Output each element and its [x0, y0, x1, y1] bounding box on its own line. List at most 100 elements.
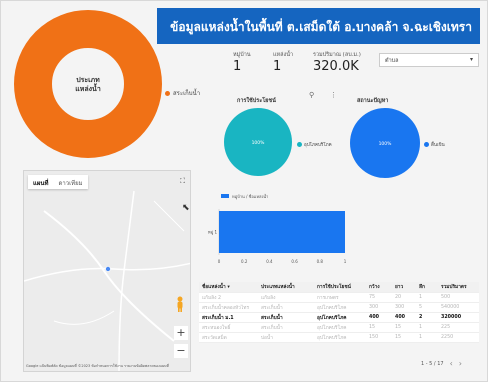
water-source-type-donut[interactable]: ประเภท แหล่งน้ำ: [13, 9, 163, 159]
column-header[interactable]: รวมปริมาตร: [441, 283, 479, 291]
status-pie-legend: ตื้นเขิน: [424, 141, 445, 148]
bar-0[interactable]: [219, 211, 345, 253]
scorecard-villages: หมู่บ้าน 1: [233, 51, 251, 74]
table-cell: สระเก็บน้ำ: [261, 325, 283, 331]
table-row[interactable]: แก้มลิง 2 แก้มลิง การเกษตร 75 20 1 500: [199, 293, 479, 303]
table-cell: อุปโภคบริโภค: [317, 305, 347, 311]
table-cell: การเกษตร: [317, 295, 339, 301]
table-cell: 5: [419, 305, 423, 310]
status-pie[interactable]: 100%: [349, 107, 421, 179]
x-tick-label: 0: [218, 259, 221, 264]
map-roads: [24, 190, 190, 371]
column-header[interactable]: ชื่อแหล่งน้ำ ▾: [199, 283, 261, 291]
table-cell: สระวัดเสม็ด: [202, 335, 227, 341]
pie-percent-label: 100%: [252, 140, 266, 146]
table-row[interactable]: สระหนองโพธิ์ สระเก็บน้ำ อุปโภคบริโภค 15 15 1 2…: [199, 323, 479, 333]
legend-dot: [165, 90, 170, 96]
bar-category-label: หมู่ 1: [208, 230, 218, 236]
column-header[interactable]: ยาว: [395, 283, 419, 291]
page-range-label: 1 - 5 / 17: [421, 360, 444, 367]
scorecard-value: 320.0K: [313, 59, 359, 74]
column-header[interactable]: กว้าง: [369, 283, 395, 291]
table-cell: 1: [419, 325, 423, 330]
scorecard-water-sources: แหล่งน้ำ 1: [273, 51, 293, 74]
legend-dot: [297, 142, 302, 147]
table-cell: อุปโภคบริโภค: [317, 335, 347, 341]
table-cell: 15: [369, 325, 376, 330]
x-tick-label: 0.4: [266, 259, 273, 264]
page-title: ข้อมูลแหล่งน้ำในพื้นที่ ต.เสม็ดใต้ อ.บาง…: [170, 20, 472, 34]
legend-label: อุปโภคบริโภค: [304, 143, 332, 148]
tab-map[interactable]: แผนที่: [28, 175, 53, 189]
scorecard-label: หมู่บ้าน: [233, 52, 251, 58]
table-row[interactable]: สระเก็บน้ำ ม.1 สระเก็บน้ำ อุปโภคบริโภค 400 4…: [199, 313, 479, 323]
table-cell: อุปโภคบริโภค: [317, 315, 347, 321]
table-header-row: ชื่อแหล่งน้ำ ▾ ประเภทแหล่งน้ำ การใช้ประโ…: [199, 282, 479, 293]
donut-legend: สระเก็บน้ำ: [165, 88, 200, 98]
legend-dot: [424, 142, 429, 147]
village-bar-chart[interactable]: หมู่บ้าน / ชื่อแหล่งน้ำ หมู่ 1 0 0.2 0.4 0.…: [199, 191, 359, 271]
table-cell: 2250: [441, 335, 454, 340]
dashboard-page: ข้อมูลแหล่งน้ำในพื้นที่ ต.เสม็ดใต้ อ.บาง…: [0, 0, 488, 382]
table-cell: 15: [395, 325, 402, 330]
legend-label: ตื้นเขิน: [431, 143, 445, 148]
x-tick-label: 0.6: [291, 259, 298, 264]
table-cell: สระหนองโพธิ์: [202, 325, 231, 331]
x-tick-label: 0.8: [317, 259, 324, 264]
table-cell: 15: [395, 335, 402, 340]
google-map[interactable]: แผนที่ ดาวเทียม ⛶ + − Google แป้นพิมพ์ลั…: [23, 170, 191, 372]
column-header[interactable]: ประเภทแหล่งน้ำ: [261, 283, 317, 291]
scorecard-value: 1: [233, 59, 242, 74]
table-cell: 1: [419, 295, 423, 300]
tab-satellite[interactable]: ดาวเทียม: [53, 175, 87, 189]
pie-percent-label: 100%: [379, 141, 393, 147]
donut-slice-reservoir[interactable]: [14, 10, 162, 158]
table-cell: 400: [395, 315, 406, 320]
status-pie-title: สถานะปัญหา: [357, 98, 389, 104]
table-row[interactable]: สระเก็บน้ำคลองหัวไทร สระเก็บน้ำ อุปโภคบริโ…: [199, 303, 479, 313]
water-source-table: ชื่อแหล่งน้ำ ▾ ประเภทแหล่งน้ำ การใช้ประโ…: [199, 282, 479, 343]
table-cell: 300: [395, 305, 405, 310]
table-cell: บ่อน้ำ: [261, 335, 273, 341]
table-cell: 540000: [441, 305, 460, 310]
usage-pie[interactable]: 100%: [223, 107, 293, 177]
zoom-in-button[interactable]: +: [174, 326, 188, 340]
x-tick-label: 0.2: [241, 259, 248, 264]
table-cell: 300: [369, 305, 379, 310]
column-header[interactable]: ลึก: [419, 283, 441, 291]
table-cell: 1: [419, 335, 423, 340]
scorecard-label: แหล่งน้ำ: [273, 52, 294, 58]
table-cell: 225: [441, 325, 451, 330]
column-header[interactable]: การใช้ประโยชน์: [317, 283, 369, 291]
scorecard-total-volume: รวมปริมาณ (ลบ.ม.) 320.0K: [313, 51, 361, 74]
table-cell: สระเก็บน้ำ: [261, 315, 283, 321]
mouse-cursor-icon: ⬉: [182, 203, 190, 213]
map-type-tabs: แผนที่ ดาวเทียม: [28, 175, 88, 189]
subdistrict-filter[interactable]: ตำบล ▾: [379, 53, 479, 67]
filter-icon[interactable]: ⚲: [309, 91, 314, 99]
table-cell: แก้มลิง: [261, 295, 276, 301]
pegman-icon[interactable]: [175, 296, 185, 312]
more-vert-icon[interactable]: ⋮: [330, 91, 337, 99]
table-cell: 500: [441, 295, 451, 300]
table-cell: สระเก็บน้ำ ม.1: [202, 315, 234, 321]
table-cell: แก้มลิง 2: [202, 295, 222, 301]
location-marker-icon[interactable]: [105, 266, 111, 272]
table-cell: 75: [369, 295, 376, 300]
table-cell: 150: [369, 335, 379, 340]
filter-label: ตำบล: [385, 58, 399, 64]
fullscreen-icon[interactable]: ⛶: [180, 177, 185, 186]
next-page-button[interactable]: ›: [459, 359, 462, 368]
zoom-out-button[interactable]: −: [174, 344, 188, 358]
prev-page-button[interactable]: ‹: [450, 359, 453, 368]
table-cell: 400: [369, 315, 380, 320]
table-row[interactable]: สระวัดเสม็ด บ่อน้ำ อุปโภคบริโภค 150 15 1 2250: [199, 333, 479, 343]
usage-pie-legend: อุปโภคบริโภค: [297, 141, 332, 148]
table-pagination: 1 - 5 / 17 ‹ ›: [421, 359, 462, 368]
bar-legend-swatch: [221, 194, 229, 198]
legend-label: สระเก็บน้ำ: [173, 90, 201, 97]
donut-center-label-1: ประเภท: [76, 76, 100, 84]
table-cell: 2: [419, 315, 423, 320]
scorecard-label: รวมปริมาณ (ลบ.ม.): [313, 52, 361, 58]
table-cell: สระเก็บน้ำคลองหัวไทร: [202, 305, 250, 311]
